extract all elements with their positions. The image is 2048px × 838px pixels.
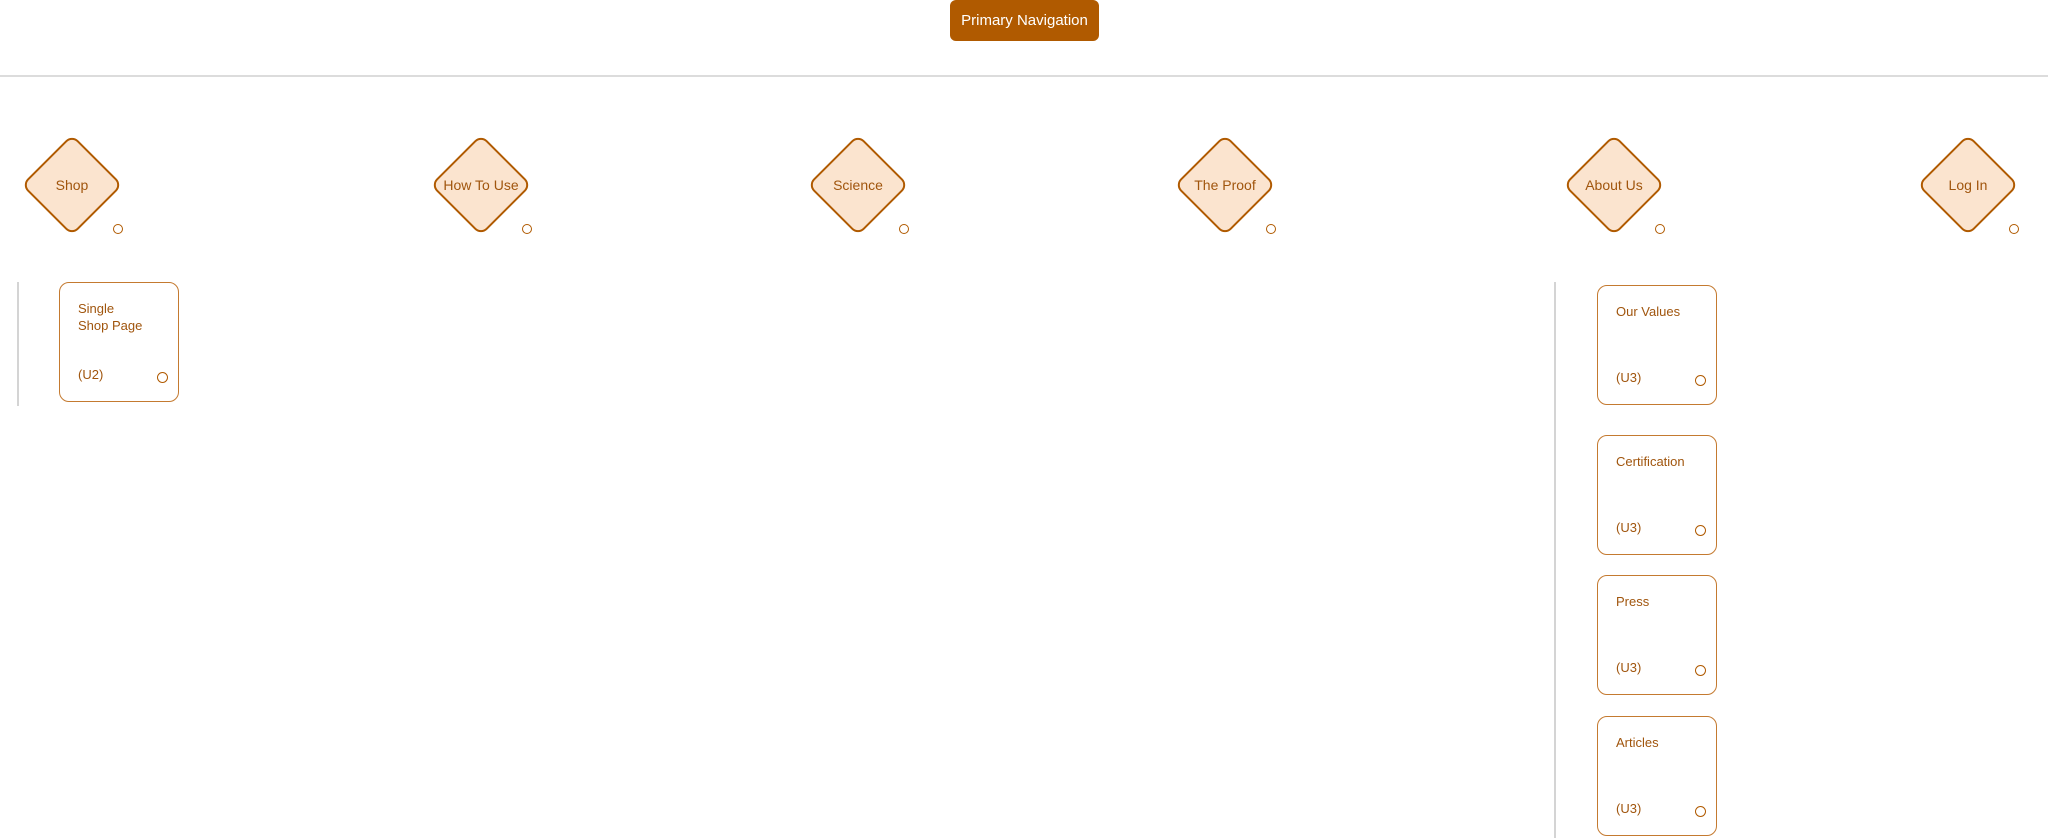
card-code: (U3): [1616, 660, 1642, 675]
connector-port-icon[interactable]: [157, 372, 168, 383]
connector-port-icon[interactable]: [899, 224, 909, 234]
card-title: Our Values: [1616, 304, 1681, 319]
connector-port-icon[interactable]: [522, 224, 532, 234]
nav-node-science[interactable]: Science: [797, 124, 919, 246]
child-card-articles[interactable]: Articles (U3): [1597, 716, 1717, 836]
child-card-certification[interactable]: Certification (U3): [1597, 435, 1717, 555]
child-card-our-values[interactable]: Our Values (U3): [1597, 285, 1717, 405]
about-children-connector: [1554, 282, 1556, 838]
card-title: Articles: [1616, 735, 1659, 750]
connector-port-icon[interactable]: [1266, 224, 1276, 234]
card-code: (U3): [1616, 801, 1642, 816]
card-title: Certification: [1616, 454, 1685, 469]
nav-node-log-in[interactable]: Log In: [1907, 124, 2029, 246]
connector-port-icon[interactable]: [2009, 224, 2019, 234]
connector-port-icon[interactable]: [1695, 665, 1706, 676]
nav-node-how-to-use[interactable]: How To Use: [420, 124, 542, 246]
connector-port-icon[interactable]: [113, 224, 123, 234]
card-code: (U2): [78, 367, 104, 382]
card-code: (U3): [1616, 370, 1642, 385]
shop-children-connector: [17, 282, 19, 406]
nav-node-the-proof[interactable]: The Proof: [1164, 124, 1286, 246]
card-title: Press: [1616, 594, 1650, 609]
nav-node-shop[interactable]: Shop: [11, 124, 133, 246]
section-divider: [0, 75, 2048, 77]
connector-port-icon[interactable]: [1695, 525, 1706, 536]
connector-port-icon[interactable]: [1655, 224, 1665, 234]
connector-port-icon[interactable]: [1695, 375, 1706, 386]
connector-port-icon[interactable]: [1695, 806, 1706, 817]
card-code: (U3): [1616, 520, 1642, 535]
nav-node-about-us[interactable]: About Us: [1553, 124, 1675, 246]
child-card-single-shop-page[interactable]: Single Shop Page (U2): [59, 282, 179, 402]
primary-navigation-node[interactable]: Primary Navigation: [950, 0, 1099, 41]
child-card-press[interactable]: Press (U3): [1597, 575, 1717, 695]
card-title: Single Shop Page: [78, 301, 143, 333]
